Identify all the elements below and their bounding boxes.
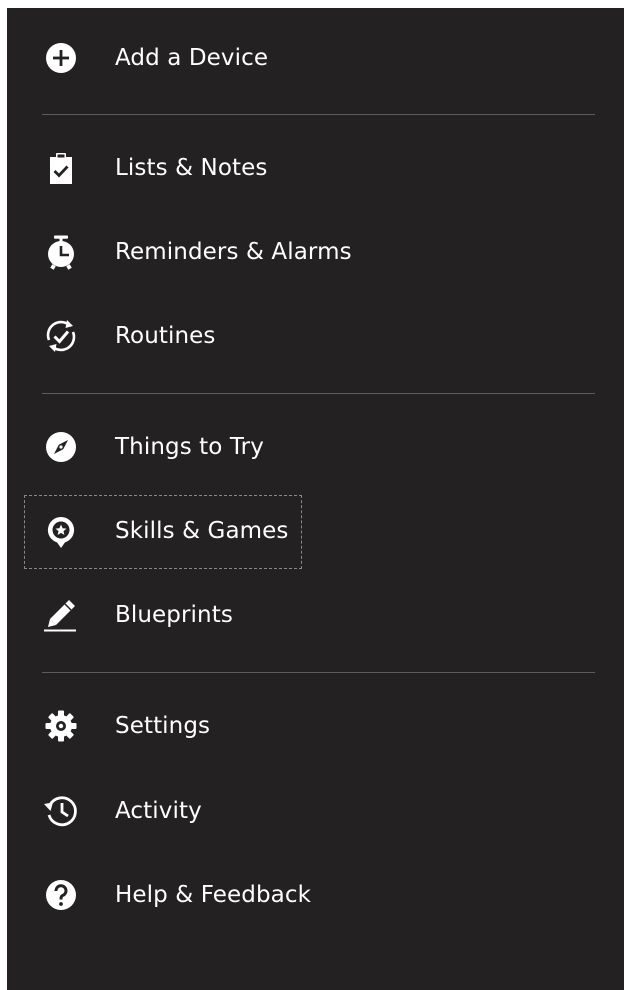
menu-item-label: Add a Device (115, 45, 269, 71)
menu-item-add-device[interactable]: Add a Device (7, 18, 624, 98)
history-clock-icon (41, 791, 81, 831)
menu-item-settings[interactable]: Settings (7, 686, 624, 766)
menu-item-label: Skills & Games (115, 518, 289, 544)
menu-item-label: Settings (115, 713, 211, 739)
divider (42, 114, 595, 115)
plus-circle-icon (41, 38, 81, 78)
menu-item-label: Lists & Notes (115, 155, 268, 181)
menu-item-label: Blueprints (115, 602, 233, 628)
divider (42, 393, 595, 394)
menu-item-things-to-try[interactable]: Things to Try (7, 407, 624, 487)
navigation-menu: Add a Device Lists & Notes Reminders & A… (7, 8, 624, 990)
menu-item-routines[interactable]: Routines (7, 296, 624, 376)
alarm-clock-icon (41, 232, 81, 272)
routine-check-icon (41, 316, 81, 356)
menu-item-label: Things to Try (115, 434, 264, 460)
clipboard-check-icon (41, 148, 81, 188)
skills-star-bubble-icon (41, 511, 81, 551)
menu-item-blueprints[interactable]: Blueprints (7, 575, 624, 655)
divider (42, 672, 595, 673)
menu-item-lists-notes[interactable]: Lists & Notes (7, 128, 624, 208)
menu-item-reminders-alarms[interactable]: Reminders & Alarms (7, 212, 624, 292)
gear-icon (41, 706, 81, 746)
menu-item-label: Routines (115, 323, 216, 349)
menu-item-skills-games[interactable]: Skills & Games (7, 491, 624, 571)
menu-item-label: Help & Feedback (115, 882, 312, 908)
menu-item-activity[interactable]: Activity (7, 771, 624, 851)
question-circle-icon (41, 875, 81, 915)
menu-item-help-feedback[interactable]: Help & Feedback (7, 855, 624, 935)
menu-item-label: Activity (115, 798, 202, 824)
compass-icon (41, 427, 81, 467)
menu-item-label: Reminders & Alarms (115, 239, 352, 265)
pencil-icon (41, 595, 81, 635)
